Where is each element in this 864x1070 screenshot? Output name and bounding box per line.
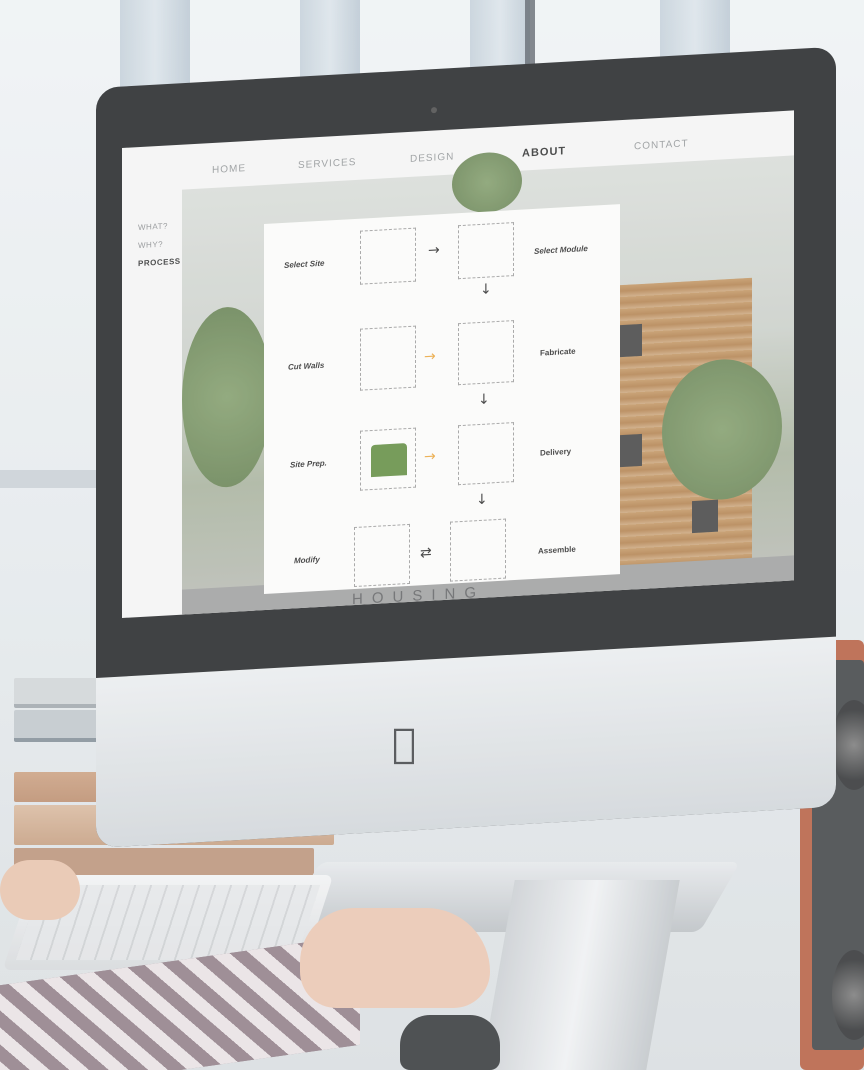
arrow-down-icon: ↓: [476, 491, 488, 509]
step-select-site: Select Site: [284, 258, 325, 270]
step-modify: Modify: [294, 554, 320, 566]
process-diagram: Select Site → Select Module ↓ Cut Walls …: [264, 204, 620, 595]
arrow-down-icon: ↓: [478, 391, 490, 409]
assemble-crane-illustration: [450, 518, 506, 582]
arrow-right-icon: →: [424, 448, 436, 466]
building-window: [692, 499, 718, 534]
sidenav-process[interactable]: PROCESS: [138, 257, 181, 268]
sidenav-why[interactable]: WHY?: [138, 239, 181, 250]
arrow-right-icon: →: [424, 348, 436, 366]
arrow-swap-icon: ⇄: [420, 544, 432, 562]
speaker-cone: [832, 950, 864, 1040]
step-site-prep: Site Prep.: [290, 458, 327, 470]
right-hand: [300, 908, 490, 1008]
nav-design[interactable]: DESIGN: [410, 151, 454, 164]
apple-logo-icon: : [392, 721, 416, 767]
site-plan-illustration: [360, 227, 416, 285]
speaker-cone: [832, 700, 864, 790]
sidenav-what[interactable]: WHAT?: [138, 221, 181, 232]
step-delivery: Delivery: [540, 446, 572, 458]
nav-contact[interactable]: CONTACT: [634, 138, 689, 152]
site-prep-illustration: [360, 427, 416, 491]
cut-walls-illustration: [360, 325, 416, 391]
module-grid-illustration: [458, 222, 514, 280]
fabricate-illustration: [458, 320, 514, 386]
camera-dot: [431, 106, 437, 114]
step-assemble: Assemble: [538, 544, 576, 556]
side-nav: WHAT? WHY? PROCESS: [138, 221, 181, 277]
imac-stand-neck: [481, 880, 680, 1070]
website-screen: HOME SERVICES DESIGN ABOUT CONTACT WHAT?…: [122, 110, 794, 618]
nav-about[interactable]: ABOUT: [522, 145, 566, 159]
grass-mound: [371, 443, 407, 478]
arrow-down-icon: ↓: [480, 281, 492, 298]
delivery-truck-illustration: [458, 422, 514, 486]
arrow-right-icon: →: [428, 242, 440, 259]
step-fabricate: Fabricate: [540, 346, 576, 358]
step-select-module: Select Module: [534, 243, 588, 256]
modify-crane-illustration: [354, 523, 410, 588]
nav-home[interactable]: HOME: [212, 163, 246, 176]
step-cut-walls: Cut Walls: [288, 360, 325, 372]
tree: [182, 304, 272, 490]
mouse: [400, 1015, 500, 1070]
nav-services[interactable]: SERVICES: [298, 157, 356, 171]
left-hand: [0, 860, 80, 920]
